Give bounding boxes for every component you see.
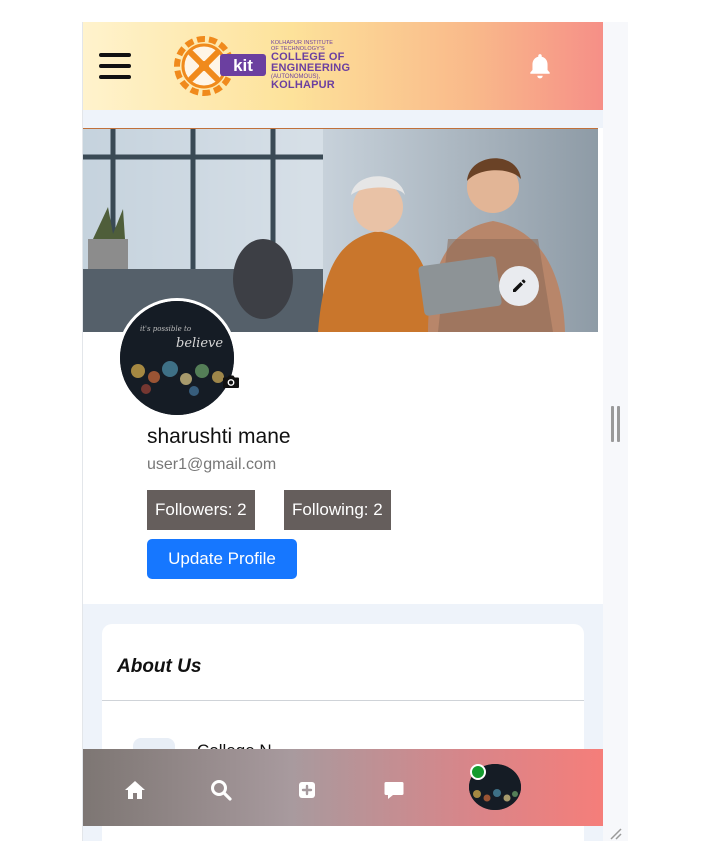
- messages-icon[interactable]: [381, 778, 407, 802]
- user-name: sharushti mane: [147, 425, 291, 448]
- search-icon[interactable]: [208, 778, 234, 802]
- resize-grip-icon[interactable]: [610, 828, 622, 840]
- logo-mark-text: kit: [233, 56, 253, 75]
- home-icon[interactable]: [122, 778, 148, 802]
- logo-text: KOLHAPUR INSTITUTE OF TECHNOLOGY'S COLLE…: [271, 40, 371, 91]
- edit-cover-button[interactable]: [499, 266, 539, 306]
- profile-card: it's possible to believe sharushti mane …: [83, 128, 603, 604]
- add-post-icon[interactable]: [294, 778, 320, 802]
- logo-line-6: KOLHAPUR: [271, 79, 335, 91]
- about-divider: [102, 700, 584, 701]
- resize-handle[interactable]: [611, 406, 620, 442]
- svg-text:it's possible to: it's possible to: [140, 325, 191, 333]
- followers-badge[interactable]: Followers: 2: [147, 490, 255, 530]
- bell-icon[interactable]: [527, 52, 553, 80]
- app-header: kit KOLHAPUR INSTITUTE OF TECHNOLOGY'S C…: [83, 22, 603, 110]
- bottom-navigation: [83, 749, 603, 826]
- app-viewport: kit KOLHAPUR INSTITUTE OF TECHNOLOGY'S C…: [82, 22, 603, 841]
- profile-avatar[interactable]: it's possible to believe: [117, 298, 237, 418]
- user-email: user1@gmail.com: [147, 456, 277, 473]
- camera-icon[interactable]: [221, 371, 241, 391]
- avatar-caption: believe: [176, 336, 223, 351]
- avatar-image: it's possible to believe: [120, 301, 234, 415]
- kit-gear-logo-icon: kit: [174, 36, 266, 96]
- about-us-title: About Us: [117, 656, 202, 677]
- pencil-icon: [513, 279, 526, 292]
- college-logo[interactable]: kit KOLHAPUR INSTITUTE OF TECHNOLOGY'S C…: [168, 34, 368, 98]
- update-profile-button[interactable]: Update Profile: [147, 539, 297, 579]
- logo-line-4: ENGINEERING: [271, 62, 351, 74]
- following-badge[interactable]: Following: 2: [284, 490, 391, 530]
- hamburger-menu-button[interactable]: [99, 51, 133, 81]
- online-status-dot: [470, 764, 486, 780]
